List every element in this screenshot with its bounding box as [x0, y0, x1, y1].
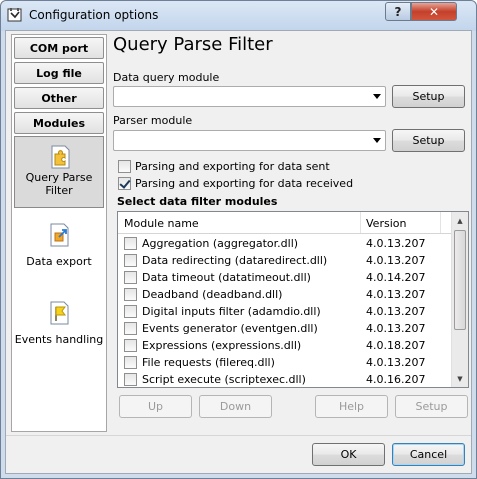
- module-name-cell: File requests (filereq.dll): [142, 356, 275, 369]
- version-cell: 4.0.13.207: [366, 356, 426, 369]
- version-cell: 4.0.13.207: [366, 322, 426, 335]
- tab-log-file[interactable]: Log file: [14, 62, 104, 84]
- help-title-button[interactable]: ?: [385, 2, 411, 21]
- sidebar-item-label: Query Parse Filter: [25, 171, 93, 197]
- module-name-cell: Expressions (expressions.dll): [142, 339, 302, 352]
- checkbox[interactable]: [124, 237, 137, 250]
- help-button[interactable]: Help: [315, 395, 388, 418]
- checkbox[interactable]: [124, 322, 137, 335]
- table-row[interactable]: Aggregation (aggregator.dll) 4.0.13.207: [118, 235, 452, 252]
- column-divider[interactable]: [360, 212, 361, 233]
- check-data-sent[interactable]: Parsing and exporting for data sent: [118, 159, 330, 174]
- scroll-down-icon[interactable]: ▼: [452, 370, 468, 387]
- sidebar-item-label: Data export: [26, 255, 92, 268]
- divider: [6, 435, 471, 436]
- scroll-up-icon[interactable]: ▲: [452, 212, 468, 229]
- chevron-down-icon: [373, 94, 381, 99]
- column-divider[interactable]: [440, 212, 441, 233]
- data-export-icon: [50, 223, 69, 247]
- configuration-window: Configuration options ? ✕ COM port Log f…: [0, 0, 477, 479]
- module-name-cell: Digital inputs filter (adamdio.dll): [142, 305, 321, 318]
- data-query-label: Data query module: [113, 71, 220, 84]
- table-row[interactable]: File requests (filereq.dll) 4.0.13.207: [118, 354, 452, 371]
- check-data-received[interactable]: Parsing and exporting for data received: [118, 176, 353, 191]
- checkbox[interactable]: [124, 305, 137, 318]
- module-name-cell: Deadband (deadband.dll): [142, 288, 283, 301]
- sidebar-item-label: Events handling: [14, 333, 104, 346]
- table-row[interactable]: Data redirecting (dataredirect.dll) 4.0.1…: [118, 252, 452, 269]
- table-row[interactable]: Digital inputs filter (adamdio.dll) 4.0.1…: [118, 303, 452, 320]
- chevron-down-icon: [373, 138, 381, 143]
- check-data-received-label: Parsing and exporting for data received: [135, 177, 354, 190]
- table-row[interactable]: Events generator (eventgen.dll) 4.0.13.20…: [118, 320, 452, 337]
- table-row[interactable]: Expressions (expressions.dll) 4.0.18.207: [118, 337, 452, 354]
- version-cell: 4.0.13.207: [366, 254, 426, 267]
- version-cell: 4.0.16.207: [366, 373, 426, 386]
- parser-setup-button[interactable]: Setup: [392, 129, 465, 152]
- column-module-name[interactable]: Module name: [124, 217, 199, 230]
- window-title: Configuration options: [29, 8, 159, 22]
- check-data-sent-label: Parsing and exporting for data sent: [135, 160, 330, 173]
- column-version[interactable]: Version: [366, 217, 406, 230]
- module-name-cell: Data redirecting (dataredirect.dll): [142, 254, 328, 267]
- parser-label: Parser module: [113, 114, 193, 127]
- module-name-cell: Events generator (eventgen.dll): [142, 322, 318, 335]
- section-title: Select data filter modules: [117, 195, 278, 208]
- tab-other[interactable]: Other: [14, 87, 104, 109]
- module-name-cell: Data timeout (datatimeout.dll): [142, 271, 311, 284]
- app-icon: [7, 8, 22, 22]
- table-row[interactable]: Deadband (deadband.dll) 4.0.13.207: [118, 286, 452, 303]
- checkbox[interactable]: [118, 177, 131, 190]
- sidebar-item-query-parse-filter[interactable]: Query Parse Filter: [14, 136, 104, 208]
- ok-button[interactable]: OK: [312, 443, 385, 466]
- down-button[interactable]: Down: [199, 395, 272, 418]
- version-cell: 4.0.14.207: [366, 271, 426, 284]
- sidebar: COM port Log file Other Modules Query Pa…: [11, 34, 107, 432]
- checkbox[interactable]: [124, 373, 137, 386]
- flag-document-icon: [50, 301, 69, 325]
- sidebar-item-events-handling[interactable]: Events handling: [14, 299, 104, 355]
- puzzle-icon: [51, 145, 70, 169]
- scroll-thumb[interactable]: [454, 230, 466, 330]
- checkbox[interactable]: [124, 339, 137, 352]
- cancel-button[interactable]: Cancel: [392, 443, 465, 466]
- parser-select[interactable]: [113, 130, 386, 151]
- title-bar[interactable]: Configuration options ? ✕: [1, 1, 476, 31]
- table-row[interactable]: Script execute (scriptexec.dll) 4.0.16.20…: [118, 371, 452, 387]
- close-button[interactable]: ✕: [411, 2, 457, 21]
- page-title: Query Parse Filter: [113, 34, 273, 55]
- version-cell: 4.0.13.207: [366, 288, 426, 301]
- version-cell: 4.0.18.207: [366, 339, 426, 352]
- checkbox[interactable]: [124, 271, 137, 284]
- version-cell: 4.0.13.207: [366, 305, 426, 318]
- checkbox[interactable]: [124, 356, 137, 369]
- up-button[interactable]: Up: [119, 395, 192, 418]
- tab-modules[interactable]: Modules: [14, 112, 104, 134]
- vertical-scrollbar[interactable]: ▲ ▼: [451, 212, 468, 387]
- client-area: COM port Log file Other Modules Query Pa…: [5, 30, 472, 474]
- sidebar-item-data-export[interactable]: Data export: [14, 221, 104, 277]
- module-name-cell: Aggregation (aggregator.dll): [142, 237, 299, 250]
- list-header: Module name Version: [118, 212, 452, 234]
- table-row[interactable]: Data timeout (datatimeout.dll) 4.0.14.207: [118, 269, 452, 286]
- version-cell: 4.0.13.207: [366, 237, 426, 250]
- checkbox[interactable]: [118, 160, 131, 173]
- tab-com-port[interactable]: COM port: [14, 37, 104, 59]
- module-setup-button[interactable]: Setup: [395, 395, 468, 418]
- checkbox[interactable]: [124, 254, 137, 267]
- data-query-select[interactable]: [113, 86, 386, 107]
- module-name-cell: Script execute (scriptexec.dll): [142, 373, 306, 386]
- main-panel: Query Parse Filter Data query module Set…: [113, 31, 471, 471]
- data-query-setup-button[interactable]: Setup: [392, 85, 465, 108]
- checkbox[interactable]: [124, 288, 137, 301]
- filter-modules-list[interactable]: Module name Version Aggregation (aggrega…: [117, 211, 469, 388]
